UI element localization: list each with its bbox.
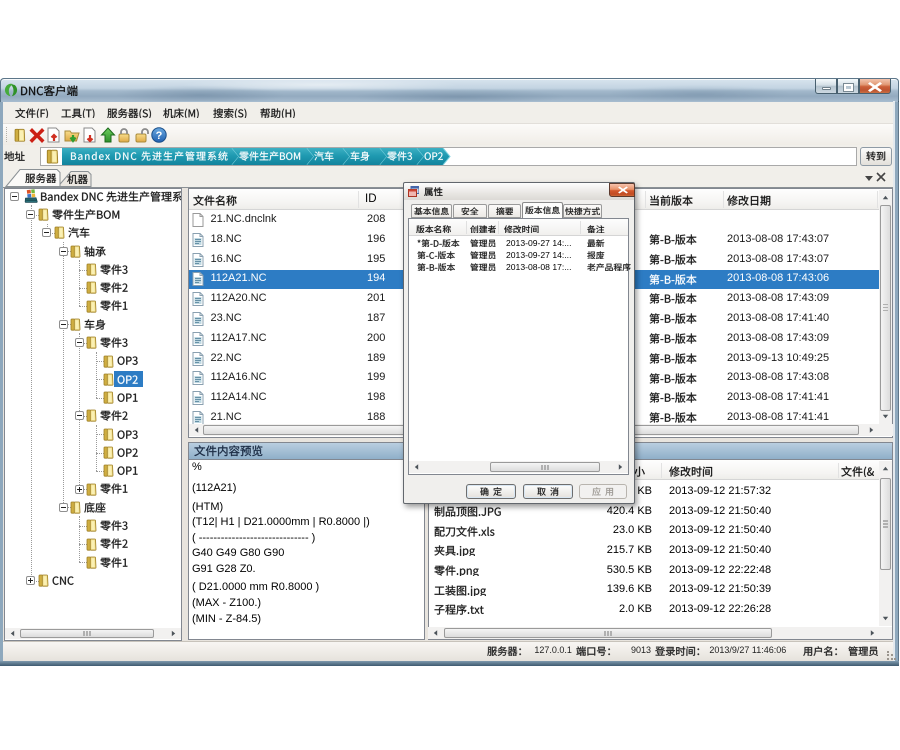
svg-text:?: ? [156, 130, 163, 142]
